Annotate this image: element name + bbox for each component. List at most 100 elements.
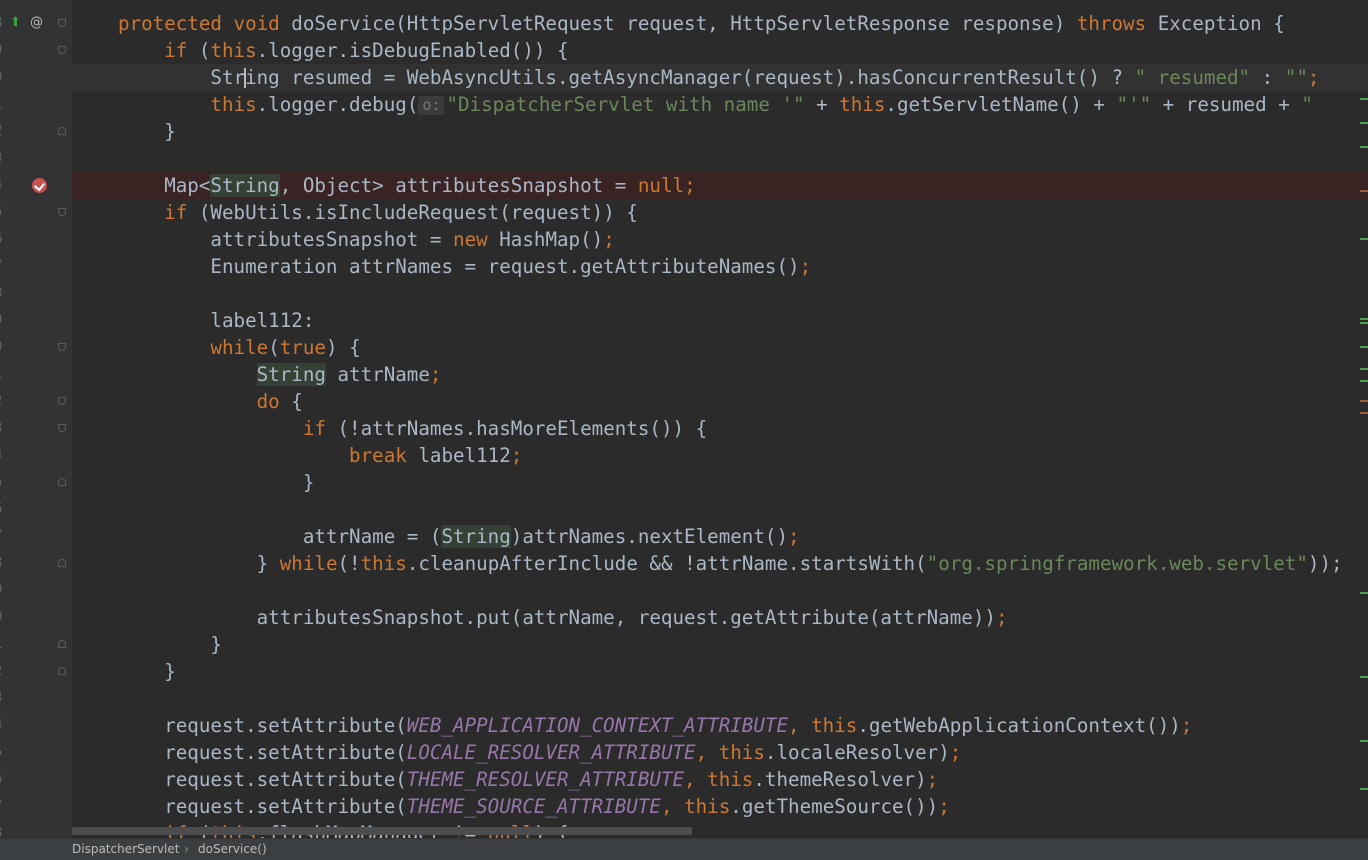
line-number[interactable]: 7	[0, 793, 8, 820]
code-line[interactable]: Enumeration attrNames = request.getAttri…	[72, 253, 1368, 280]
line-number[interactable]: 1	[0, 631, 8, 658]
line-number[interactable]: 5	[0, 469, 8, 496]
line-number[interactable]: 4	[0, 172, 8, 199]
code-line[interactable]: break label112;	[72, 442, 1368, 469]
line-number[interactable]: 8	[0, 550, 8, 577]
breakpoint-check-icon[interactable]	[32, 178, 47, 193]
fold-marker-icon[interactable]	[58, 343, 66, 351]
fold-marker-icon[interactable]	[58, 46, 66, 54]
line-number[interactable]: 9	[0, 307, 8, 334]
stripe-mark[interactable]	[1360, 368, 1368, 370]
line-number[interactable]: 0	[0, 604, 8, 631]
fold-marker-icon[interactable]	[58, 397, 66, 405]
code-token: if	[118, 201, 199, 224]
line-number[interactable]: 2	[0, 388, 8, 415]
fold-marker-icon[interactable]	[58, 559, 66, 567]
stripe-mark[interactable]	[1360, 318, 1368, 320]
stripe-mark[interactable]	[1360, 238, 1368, 240]
stripe-mark[interactable]	[1360, 322, 1368, 324]
line-number[interactable]: 6	[0, 766, 8, 793]
code-line[interactable]: this.logger.debug(o: "DispatcherServlet w…	[72, 91, 1368, 118]
code-line[interactable]: }	[72, 658, 1368, 685]
code-line[interactable]	[72, 145, 1368, 172]
fold-marker-icon[interactable]	[58, 19, 66, 27]
stripe-mark[interactable]	[1360, 122, 1368, 124]
code-line[interactable]: request.setAttribute(LOCALE_RESOLVER_ATT…	[72, 739, 1368, 766]
code-line[interactable]	[72, 496, 1368, 523]
fold-marker-icon[interactable]	[58, 478, 66, 486]
code-line[interactable]: request.setAttribute(THEME_SOURCE_ATTRIB…	[72, 793, 1368, 820]
code-line[interactable]: label112:	[72, 307, 1368, 334]
code-line[interactable]: if (WebUtils.isIncludeRequest(request)) …	[72, 199, 1368, 226]
line-number[interactable]: 0	[0, 334, 8, 361]
stripe-mark[interactable]	[1360, 190, 1368, 192]
override-up-arrow-icon[interactable]: ⬆	[10, 16, 21, 30]
code-line[interactable]: }	[72, 469, 1368, 496]
line-number[interactable]: 9	[0, 577, 8, 604]
line-number[interactable]: 1	[0, 361, 8, 388]
fold-marker-icon[interactable]	[58, 208, 66, 216]
fold-marker-icon[interactable]	[58, 640, 66, 648]
line-number[interactable]: 5	[0, 739, 8, 766]
breadcrumb-class[interactable]: DispatcherServlet	[72, 839, 179, 860]
stripe-mark[interactable]	[1360, 740, 1368, 742]
breadcrumb-method[interactable]: doService()	[198, 839, 267, 860]
line-number[interactable]: 2	[0, 658, 8, 685]
code-line[interactable]	[72, 280, 1368, 307]
line-number[interactable]: 4	[0, 442, 8, 469]
code-token: ing resumed = WebAsyncUtils.getAsyncMana…	[245, 66, 1135, 89]
code-line[interactable]: protected void doService(HttpServletRequ…	[72, 10, 1368, 37]
stripe-mark[interactable]	[1360, 788, 1368, 790]
line-number[interactable]: 1	[0, 91, 8, 118]
fold-marker-icon[interactable]	[58, 424, 66, 432]
stripe-mark[interactable]	[1360, 592, 1368, 594]
code-line[interactable]: } while(!this.cleanupAfterInclude && !at…	[72, 550, 1368, 577]
line-number[interactable]: 6	[0, 226, 8, 253]
line-number[interactable]: 4	[0, 712, 8, 739]
code-editor[interactable]: protected void doService(HttpServletRequ…	[72, 0, 1368, 838]
stripe-mark[interactable]	[1360, 676, 1368, 678]
line-number[interactable]: 9	[0, 37, 8, 64]
stripe-mark[interactable]	[1360, 400, 1368, 402]
fold-marker-icon[interactable]	[58, 127, 66, 135]
code-token: {	[291, 390, 303, 413]
code-token: .logger.isDebugEnabled()) {	[256, 39, 569, 62]
stripe-mark[interactable]	[1360, 98, 1368, 100]
line-number[interactable]: 5	[0, 199, 8, 226]
code-line[interactable]: attributesSnapshot.put(attrName, request…	[72, 604, 1368, 631]
horizontal-scrollbar[interactable]	[72, 827, 692, 835]
code-line[interactable]	[72, 685, 1368, 712]
fold-marker-icon[interactable]	[58, 667, 66, 675]
stripe-mark[interactable]	[1360, 346, 1368, 348]
code-line[interactable]: attrName = (String)attrNames.nextElement…	[72, 523, 1368, 550]
code-line[interactable]: }	[72, 631, 1368, 658]
code-line[interactable]	[72, 577, 1368, 604]
stripe-mark[interactable]	[1360, 146, 1368, 148]
code-line[interactable]: do {	[72, 388, 1368, 415]
code-line[interactable]: if (this.logger.isDebugEnabled()) {	[72, 37, 1368, 64]
code-line[interactable]: String attrName;	[72, 361, 1368, 388]
stripe-mark[interactable]	[1360, 412, 1368, 414]
code-line[interactable]: request.setAttribute(THEME_RESOLVER_ATTR…	[72, 766, 1368, 793]
code-token: .getWebApplicationContext())	[857, 714, 1181, 737]
line-number[interactable]: 3	[0, 685, 8, 712]
at-sign-icon[interactable]: @	[30, 16, 43, 30]
line-number[interactable]: 8	[0, 280, 8, 307]
stripe-mark[interactable]	[1360, 380, 1368, 382]
code-line[interactable]: while(true) {	[72, 334, 1368, 361]
line-number[interactable]: 3	[0, 415, 8, 442]
line-number[interactable]: 3	[0, 145, 8, 172]
line-number[interactable]: 7	[0, 253, 8, 280]
code-line[interactable]: request.setAttribute(WEB_APPLICATION_CON…	[72, 712, 1368, 739]
error-stripe[interactable]	[1360, 0, 1368, 838]
code-line[interactable]: Map<String, Object> attributesSnapshot =…	[72, 172, 1368, 199]
line-number[interactable]: 0	[0, 64, 8, 91]
code-line[interactable]: String resumed = WebAsyncUtils.getAsyncM…	[72, 64, 1368, 91]
line-number[interactable]: 2	[0, 118, 8, 145]
code-line[interactable]: if (!attrNames.hasMoreElements()) {	[72, 415, 1368, 442]
code-line[interactable]: }	[72, 118, 1368, 145]
line-number[interactable]: 6	[0, 496, 8, 523]
code-line[interactable]: attributesSnapshot = new HashMap();	[72, 226, 1368, 253]
line-number[interactable]: 8	[0, 10, 8, 37]
line-number[interactable]: 7	[0, 523, 8, 550]
